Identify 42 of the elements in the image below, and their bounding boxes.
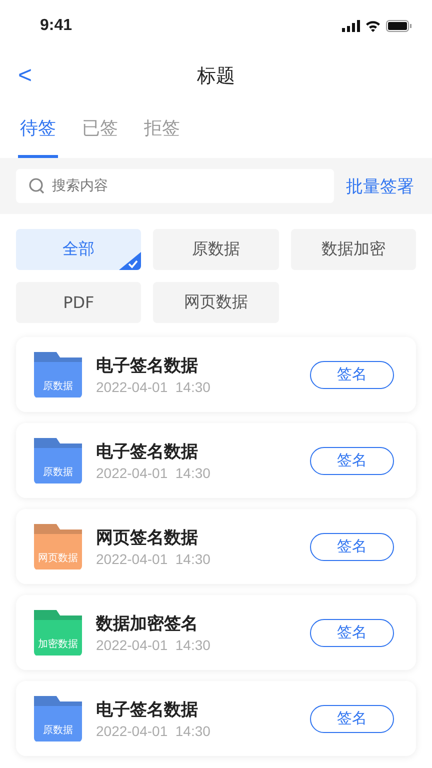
sign-button[interactable]: 签名 xyxy=(310,618,394,646)
document-card[interactable]: 加密数据 数据加密签名 2022-04-01 14:30 签名 xyxy=(16,595,416,670)
folder-label: 原数据 xyxy=(43,380,73,392)
wifi-icon xyxy=(365,20,381,32)
document-date: 2022-04-01 14:30 xyxy=(96,637,212,653)
check-icon xyxy=(119,252,142,270)
document-title: 网页签名数据 xyxy=(96,527,199,549)
status-time: 9:41 xyxy=(40,17,72,35)
document-card[interactable]: 原数据 电子签名数据 2022-04-01 14:30 签名 xyxy=(16,337,416,412)
document-title: 电子签名数据 xyxy=(96,355,199,377)
filter-chip[interactable]: 网页数据 xyxy=(153,282,279,323)
search-field[interactable]: 搜索内容 xyxy=(16,169,334,203)
document-title: 电子签名数据 xyxy=(96,699,199,721)
search-icon xyxy=(28,177,46,195)
document-date: 2022-04-01 14:30 xyxy=(96,723,212,739)
filter-chip[interactable]: 原数据 xyxy=(153,229,279,270)
page-title: 标题 xyxy=(197,64,235,89)
document-date: 2022-04-01 14:30 xyxy=(96,465,212,481)
folder-label: 网页数据 xyxy=(38,552,78,564)
document-date: 2022-04-01 14:30 xyxy=(96,379,212,395)
document-date: 2022-04-01 14:30 xyxy=(96,551,212,567)
back-button[interactable]: < xyxy=(14,62,36,90)
sign-button[interactable]: 签名 xyxy=(310,704,394,732)
document-card[interactable]: 网页数据 网页签名数据 2022-04-01 14:30 签名 xyxy=(16,509,416,584)
document-title: 数据加密签名 xyxy=(96,613,199,635)
folder-label: 原数据 xyxy=(43,724,73,736)
tab[interactable]: 拒签 xyxy=(142,100,182,158)
batch-sign-link[interactable]: 批量签署 xyxy=(346,174,414,198)
sign-button[interactable]: 签名 xyxy=(310,532,394,560)
filter-chip[interactable]: 全部 xyxy=(16,229,142,270)
folder-label: 加密数据 xyxy=(38,638,78,650)
folder-label: 原数据 xyxy=(43,466,73,478)
document-card[interactable]: 原数据 电子签名数据 2022-04-01 14:30 签名 xyxy=(16,681,416,756)
filter-chip[interactable]: PDF xyxy=(16,282,142,323)
tab[interactable]: 已签 xyxy=(80,100,120,158)
document-title: 电子签名数据 xyxy=(96,441,199,463)
document-card[interactable]: 原数据 电子签名数据 2022-04-01 14:30 签名 xyxy=(16,423,416,498)
filter-chip[interactable]: 数据加密 xyxy=(290,229,416,270)
sign-button[interactable]: 签名 xyxy=(310,360,394,388)
sign-button[interactable]: 签名 xyxy=(310,446,394,474)
battery-icon xyxy=(386,20,412,32)
signal-icon xyxy=(342,20,360,32)
